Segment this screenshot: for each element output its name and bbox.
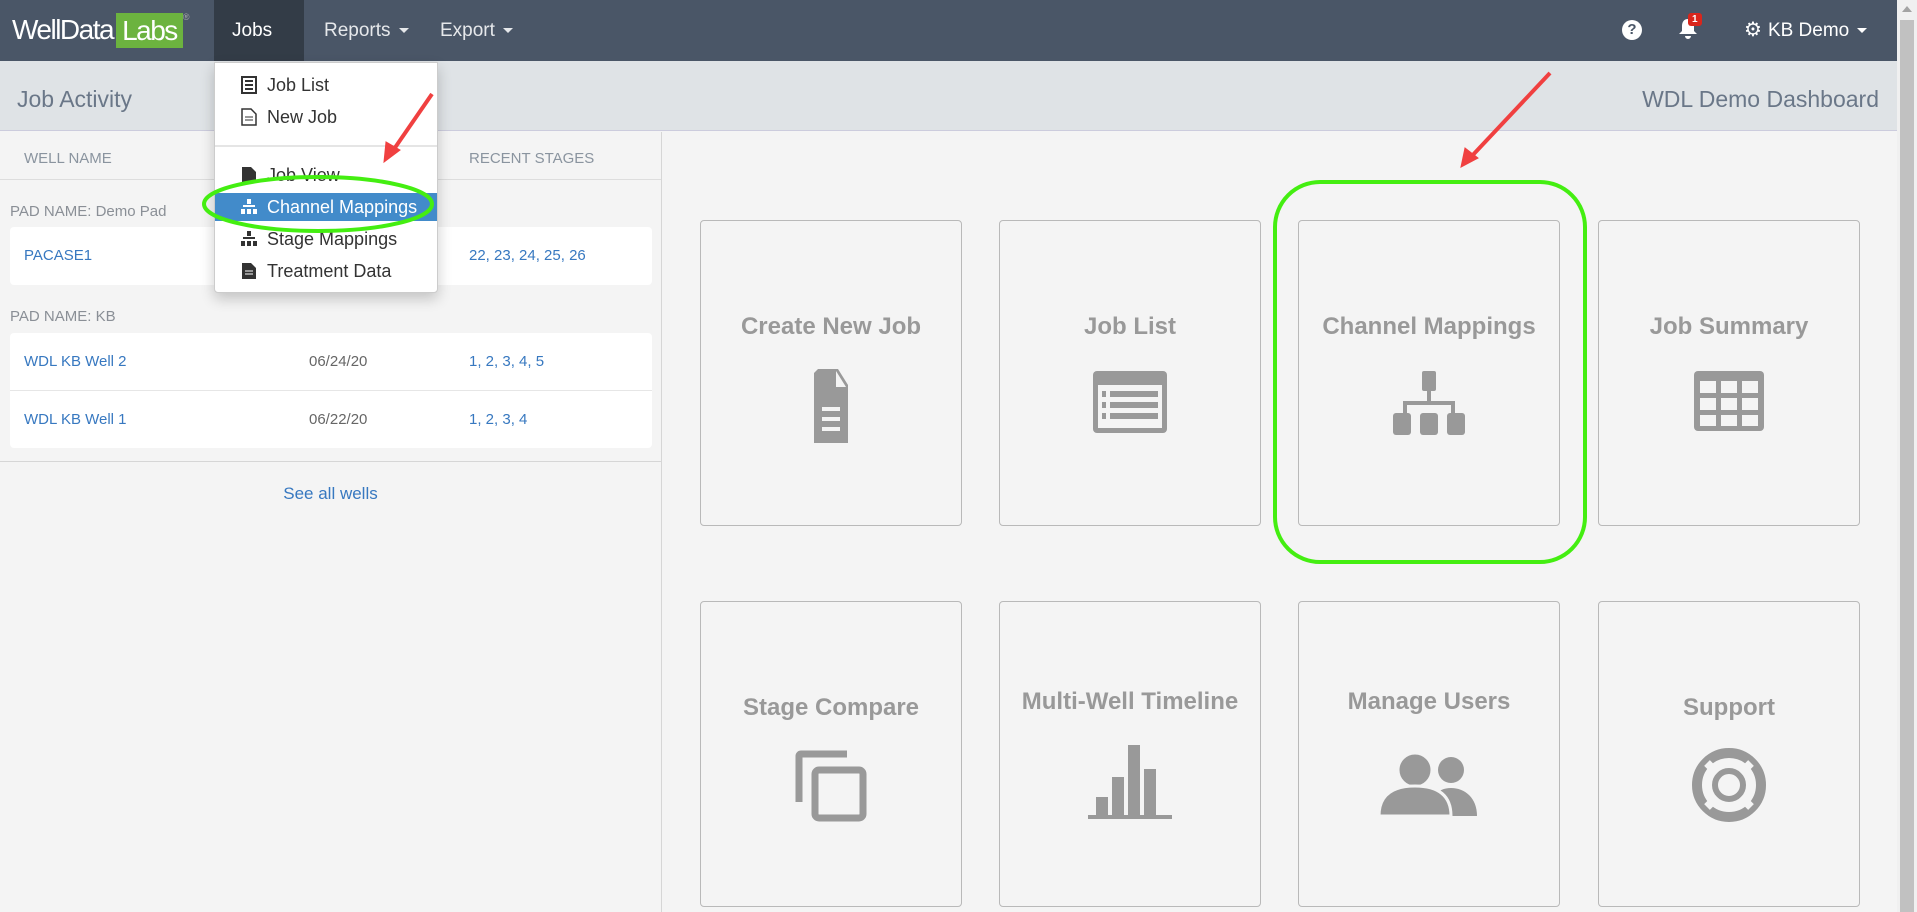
tile-create-new-job[interactable]: Create New Job bbox=[700, 220, 962, 526]
job-activity-title: Job Activity bbox=[17, 86, 133, 112]
menu-item-stage-mappings[interactable]: Stage Mappings bbox=[215, 225, 437, 253]
tile-channel-mappings[interactable]: Channel Mappings bbox=[1298, 220, 1560, 526]
user-name: KB Demo bbox=[1767, 20, 1850, 41]
menu-item-treatment-data[interactable]: Treatment Data bbox=[215, 257, 437, 285]
tile-multi-well-timeline[interactable]: Multi-Well Timeline bbox=[999, 601, 1261, 907]
pad-card: WDL KB Well 2 06/24/20 1, 2, 3, 4, 5 WDL… bbox=[10, 333, 652, 448]
col-well-name: WELL NAME bbox=[24, 150, 112, 167]
list-icon bbox=[1093, 371, 1167, 433]
welldatalabs-logo[interactable]: WellData Labs ® bbox=[12, 12, 190, 48]
file-icon bbox=[242, 167, 256, 183]
menu-item-new-job[interactable]: New Job bbox=[215, 103, 437, 131]
sitemap-icon bbox=[1393, 371, 1465, 435]
sitemap-icon bbox=[241, 199, 257, 214]
help-icon[interactable]: ? bbox=[1622, 20, 1642, 40]
pad-name-label: PAD NAME: Demo Pad bbox=[10, 203, 167, 220]
users-icon bbox=[1379, 751, 1477, 816]
table-icon bbox=[1694, 371, 1764, 431]
stages-link[interactable]: 22, 23, 24, 25, 26 bbox=[469, 247, 586, 264]
scrollbar[interactable] bbox=[1897, 0, 1917, 912]
well-link[interactable]: WDL KB Well 2 bbox=[24, 353, 127, 370]
file-outline-icon bbox=[241, 108, 257, 126]
col-recent-stages: RECENT STAGES bbox=[469, 150, 595, 167]
jobs-dropdown-menu: Job List New Job Job View Channel Mappin… bbox=[214, 62, 438, 293]
logo-box: Labs bbox=[116, 12, 183, 48]
stages-link[interactable]: 1, 2, 3, 4 bbox=[469, 411, 527, 428]
gear-icon: ⚙ bbox=[1744, 19, 1762, 41]
tile-manage-users[interactable]: Manage Users bbox=[1298, 601, 1560, 907]
menu-item-job-view[interactable]: Job View bbox=[215, 161, 437, 189]
scroll-up-icon[interactable] bbox=[1902, 6, 1912, 12]
table-row: WDL KB Well 2 06/24/20 1, 2, 3, 4, 5 bbox=[10, 333, 652, 390]
logo-text: WellData bbox=[12, 14, 115, 45]
caret-down-icon bbox=[502, 28, 513, 34]
nav-export[interactable]: Export bbox=[422, 0, 531, 61]
user-menu[interactable]: ⚙ KB Demo bbox=[1726, 0, 1885, 61]
tile-job-list[interactable]: Job List bbox=[999, 220, 1261, 526]
nav-reports[interactable]: Reports bbox=[306, 0, 427, 61]
menu-divider bbox=[215, 145, 437, 147]
caret-down-icon bbox=[398, 28, 409, 34]
stages-link[interactable]: 1, 2, 3, 4, 5 bbox=[469, 353, 544, 370]
caret-down-icon bbox=[1857, 28, 1868, 34]
tile-job-summary[interactable]: Job Summary bbox=[1598, 220, 1860, 526]
menu-item-channel-mappings[interactable]: Channel Mappings bbox=[215, 193, 437, 221]
date: 06/22/20 bbox=[309, 411, 368, 428]
well-link[interactable]: PACASE1 bbox=[24, 247, 92, 264]
date: 06/24/20 bbox=[309, 353, 368, 370]
life-ring-icon bbox=[1692, 748, 1766, 822]
dashboard-title: WDL Demo Dashboard bbox=[1642, 86, 1879, 112]
well-link[interactable]: WDL KB Well 1 bbox=[24, 411, 127, 428]
copy-icon bbox=[795, 750, 867, 822]
tile-stage-compare[interactable]: Stage Compare bbox=[700, 601, 962, 907]
sitemap-icon bbox=[241, 231, 257, 246]
see-all-wells-link[interactable]: See all wells bbox=[0, 484, 661, 504]
bar-chart-icon bbox=[1088, 745, 1172, 819]
file-text-icon bbox=[242, 263, 256, 279]
table-row: WDL KB Well 1 06/22/20 1, 2, 3, 4 bbox=[10, 390, 652, 448]
pad-name-label: PAD NAME: KB bbox=[10, 308, 116, 325]
menu-item-job-list[interactable]: Job List bbox=[215, 71, 437, 99]
scrollbar-thumb[interactable] bbox=[1900, 20, 1914, 912]
nav-jobs[interactable]: Jobs bbox=[214, 0, 304, 95]
tile-support[interactable]: Support bbox=[1598, 601, 1860, 907]
notifications-bell-icon[interactable]: 1 bbox=[1678, 13, 1702, 45]
logo-mark: ® bbox=[182, 12, 190, 22]
file-icon bbox=[814, 369, 848, 443]
list-alt-icon bbox=[241, 76, 257, 94]
notification-badge: 1 bbox=[1688, 13, 1702, 26]
top-navbar: WellData Labs ® Jobs Reports Export ? 1 ⚙ K… bbox=[0, 0, 1897, 95]
